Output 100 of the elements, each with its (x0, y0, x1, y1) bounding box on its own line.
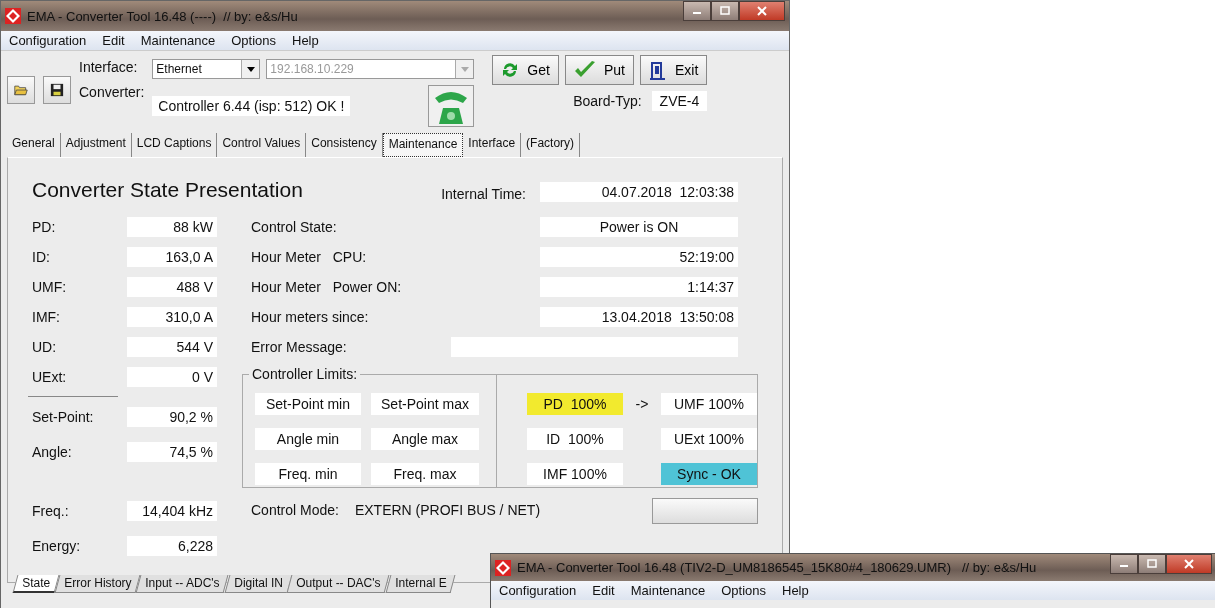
menu-item[interactable]: Edit (102, 33, 125, 48)
maximize-icon (720, 6, 730, 16)
status-label: Hour meters since: (251, 309, 369, 325)
menu-item[interactable]: Help (782, 583, 809, 598)
measurement-value: 88 kW (127, 217, 217, 237)
limit-indicator: Set-Point max (371, 393, 479, 415)
close-icon (1184, 559, 1194, 569)
limit-indicator: Angle max (371, 428, 479, 450)
status-indicator: IMF 100% (527, 463, 623, 485)
measurement-label: UMF: (32, 279, 67, 295)
tab[interactable]: General (7, 133, 61, 157)
tab[interactable]: LCD Captions (131, 133, 218, 157)
measurement-label: UD: (32, 339, 57, 355)
menu-item[interactable]: Configuration (499, 583, 577, 598)
status-indicator: PD 100% (527, 393, 623, 415)
menu-item[interactable]: Options (721, 583, 766, 598)
status-label: Error Message: (251, 339, 347, 355)
limit-indicator: Freq. max (371, 463, 479, 485)
close-button[interactable] (1166, 554, 1212, 574)
interface-label: Interface: (79, 59, 139, 75)
close-button[interactable] (739, 1, 785, 21)
refresh-icon (501, 61, 520, 79)
measurement-value: 488 V (127, 277, 217, 297)
status-value: 13.04.2018 13:50:08 (540, 307, 738, 327)
menu-item[interactable]: Options (231, 33, 276, 48)
control-mode-label: Control Mode: (251, 502, 339, 520)
bottom-tab[interactable]: Digital IN (224, 575, 292, 593)
bottom-tab[interactable]: Output -- DAC's (287, 575, 391, 593)
interface-dropdown[interactable]: Ethernet (152, 59, 261, 79)
window-title: EMA - Converter Tool 16.48 (TIV2-D_UM8186545_15K80#4_180629.UMR) // by: e&s/Hu (517, 560, 1038, 575)
maximize-button[interactable] (1138, 554, 1166, 574)
bottom-tab[interactable]: Error History (54, 575, 141, 593)
tab[interactable]: Consistency (306, 133, 383, 157)
status-indicator: UExt 100% (661, 428, 757, 450)
internal-time-value: 04.07.2018 12:03:38 (540, 182, 738, 202)
status-indicator: Sync - OK (661, 463, 757, 485)
frequency-label: Freq.: (32, 502, 69, 519)
status-indicator: UMF 100% (661, 393, 757, 415)
board-type-value: ZVE-4 (651, 91, 708, 111)
tab[interactable]: Adjustment (60, 133, 132, 157)
status-value: 1:14:37 (540, 277, 738, 297)
put-button[interactable]: Put (564, 55, 634, 85)
tab[interactable]: Control Values (217, 133, 307, 157)
status-value: Power is ON (540, 217, 738, 237)
status-label: Control State: (251, 219, 337, 235)
arrow-text: -> (634, 395, 650, 414)
menu-item[interactable]: Maintenance (140, 33, 216, 48)
panel-button[interactable] (652, 498, 758, 524)
get-button[interactable]: Get (492, 55, 559, 85)
exit-button[interactable]: Exit (639, 55, 708, 85)
bottom-tab[interactable]: State (12, 575, 60, 593)
frequency-value: 14,404 kHz (127, 500, 217, 521)
exit-door-icon (648, 60, 667, 80)
folder-icon (14, 83, 28, 97)
open-folder-button[interactable] (7, 76, 35, 104)
energy-label: Energy: (32, 537, 81, 554)
status-label: Hour Meter Power ON: (251, 279, 402, 295)
internal-time-label: Internal Time: (441, 186, 526, 202)
converter-label: Converter: (79, 84, 145, 100)
menu-item[interactable]: Edit (592, 583, 615, 598)
control-mode-value: EXTERN (PROFI BUS / NET) (354, 502, 541, 520)
measurement-value: 163,0 A (127, 247, 217, 267)
close-icon (757, 6, 767, 16)
minimize-button[interactable] (683, 1, 711, 21)
tab[interactable]: Maintenance (382, 133, 464, 157)
menu-item[interactable]: Configuration (9, 33, 87, 48)
maximize-button[interactable] (711, 1, 739, 21)
save-disk-button[interactable] (43, 76, 71, 104)
measurement-label: UExt: (32, 369, 67, 385)
bottom-tab[interactable]: Internal E (385, 575, 456, 593)
panel-title: Converter State Presentation (32, 178, 303, 202)
telephone-icon[interactable] (428, 85, 475, 127)
setpoint-value: 90,2 % (127, 406, 217, 427)
dropdown-arrow-icon (460, 66, 469, 72)
bottom-tab[interactable]: Input -- ADC's (135, 575, 230, 593)
setpoint-label: Angle: (32, 443, 72, 460)
measurement-label: PD: (32, 219, 56, 235)
menu-item[interactable]: Help (292, 33, 319, 48)
window-title: EMA - Converter Tool 16.48 (----) // by: e&s/Hu (27, 8, 299, 24)
converter-status: Controller 6.44 (isp: 512) OK ! (152, 96, 351, 116)
menu-item[interactable]: Maintenance (630, 583, 706, 598)
limit-indicator: Freq. min (255, 463, 361, 485)
energy-value: 6,228 (127, 535, 217, 556)
tab[interactable]: Interface (463, 133, 522, 157)
measurement-value: 0 V (127, 367, 217, 387)
status-value: 52:19:00 (540, 247, 738, 267)
board-type-label: Board-Typ: (573, 93, 642, 109)
status-indicator: ID 100% (527, 428, 623, 450)
setpoint-value: 74,5 % (127, 441, 217, 462)
measurement-value: 310,0 A (127, 307, 217, 327)
logo-icon (5, 8, 21, 24)
measurement-value: 544 V (127, 337, 217, 357)
tab[interactable]: (Factory) (521, 133, 581, 157)
measurement-label: ID: (32, 249, 50, 265)
setpoint-label: Set-Point: (32, 408, 94, 425)
status-label: Hour Meter CPU: (251, 249, 367, 265)
maximize-icon (1147, 559, 1157, 569)
minimize-button[interactable] (1110, 554, 1138, 574)
limit-indicator: Angle min (255, 428, 361, 450)
group-title: Controller Limits: (249, 366, 361, 382)
